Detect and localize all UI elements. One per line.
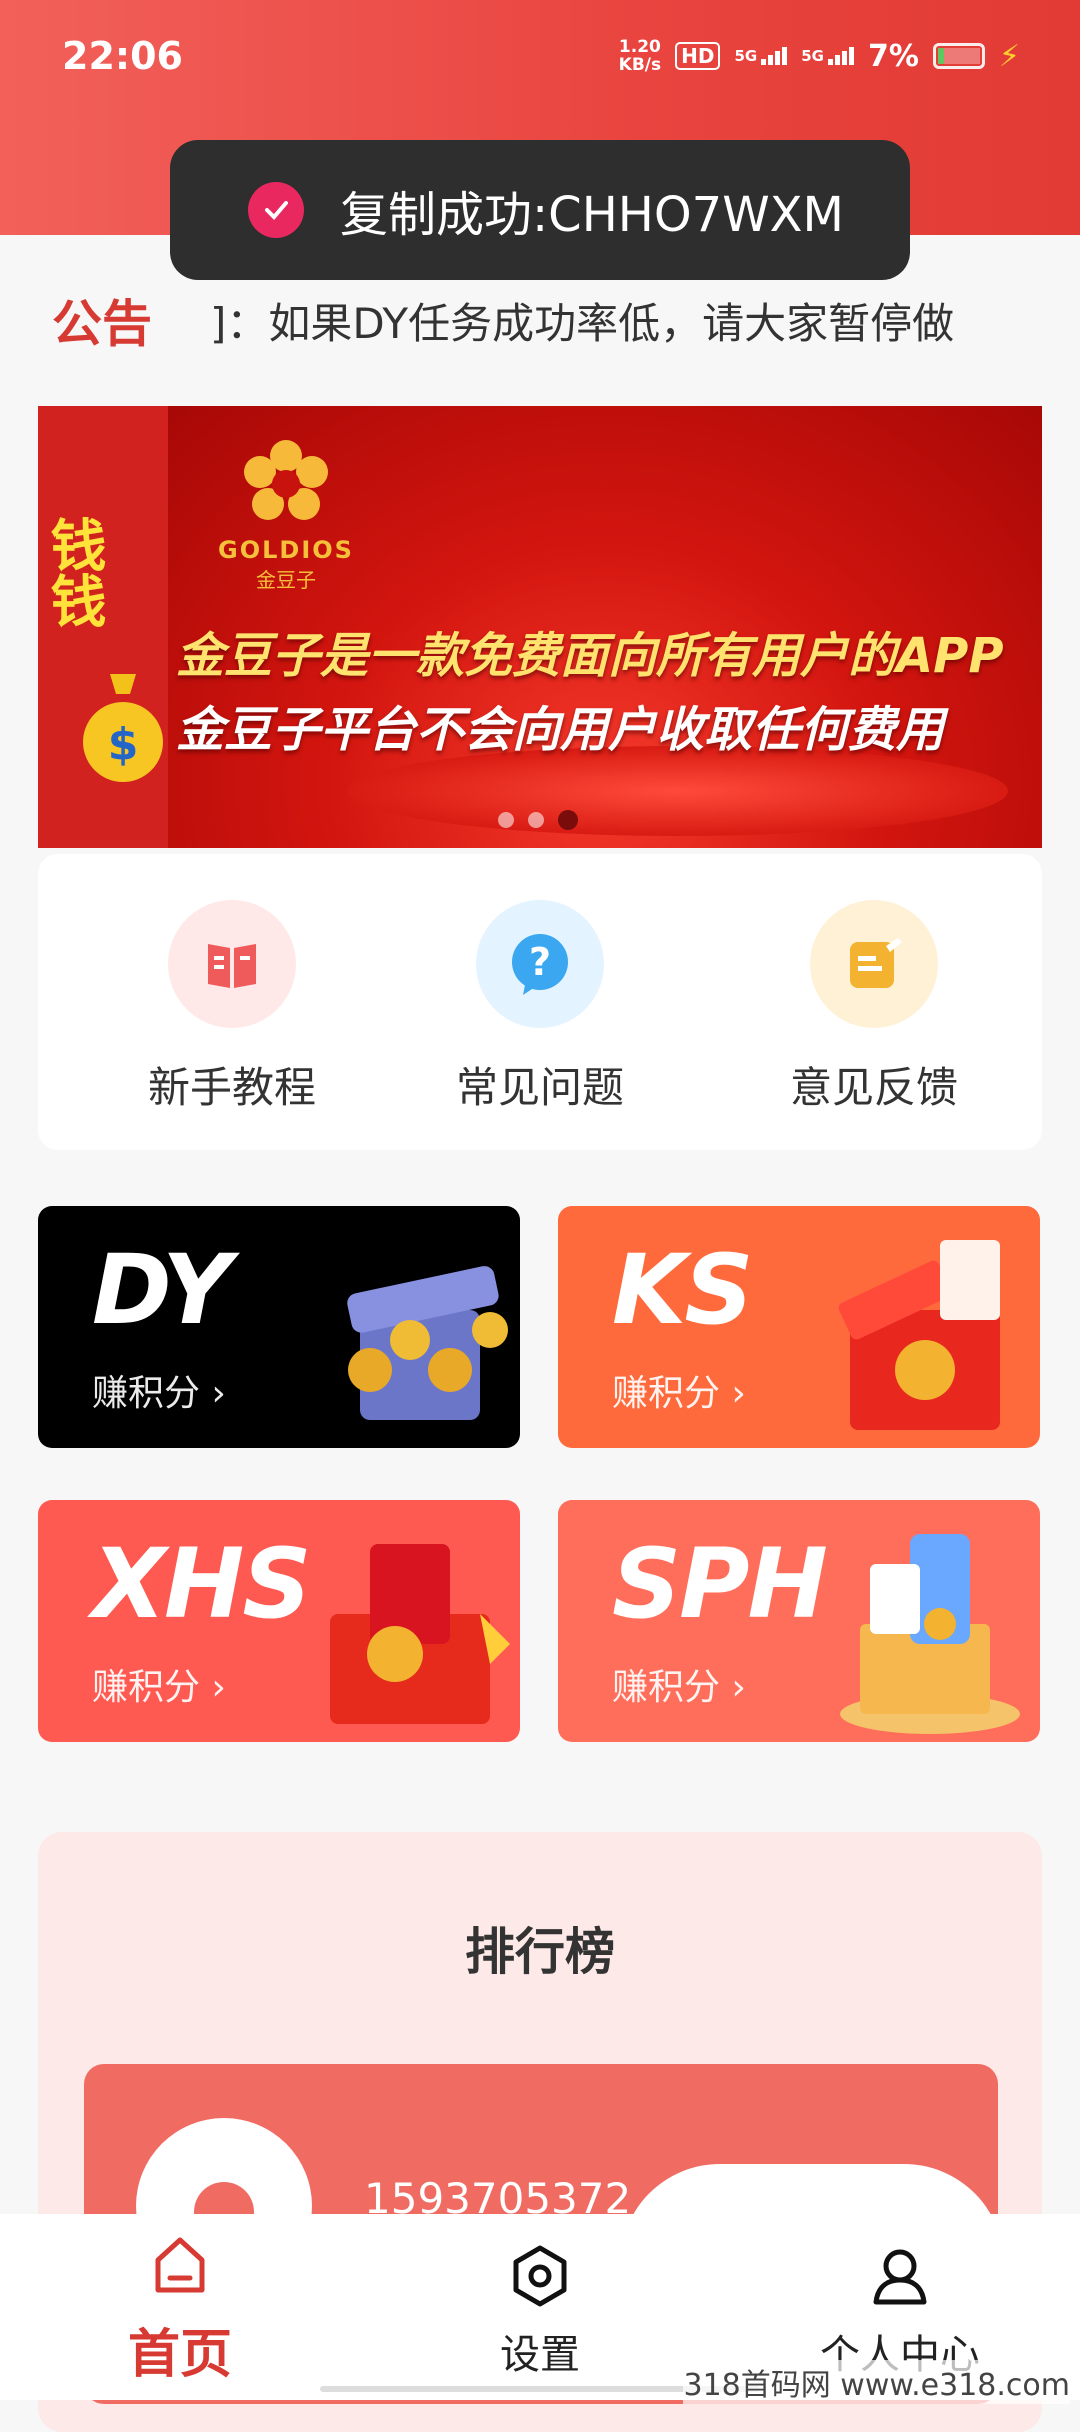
svg-text:?: ? [529, 940, 551, 984]
banner-headline-1: 金豆子是一款免费面向所有用户的APP [176, 628, 1004, 684]
money-bag-icon: $ [83, 674, 163, 782]
sim1-label: 5G [734, 47, 758, 65]
toast-message: 复制成功:CHHO7WXM [170, 140, 910, 280]
question-icon: ? [476, 900, 604, 1028]
promo-banner[interactable]: 钱钱 $ GOLDIOS 金豆子 金豆子是一款免费面向所有用户的APP 金豆子平… [38, 406, 1042, 848]
quick-links-panel: 新手教程 ? 常见问题 意见反馈 [38, 854, 1042, 1150]
banner-side-text: 钱钱 [41, 516, 106, 628]
banner-headline-2: 金豆子平台不会向用户收取任何费用 [176, 702, 945, 758]
notice-label: 公告 [52, 295, 152, 353]
toast-text: 复制成功:CHHO7WXM [340, 187, 844, 243]
tab-label: 设置 [500, 2332, 580, 2378]
status-time: 22:06 [62, 34, 183, 78]
banner-main: GOLDIOS 金豆子 金豆子是一款免费面向所有用户的APP 金豆子平台不会向用… [168, 406, 1042, 848]
logo-text-cn: 金豆子 [256, 568, 316, 592]
watermark: 318首码网 www.e318.com [683, 2360, 1070, 2404]
task-card-title: KS [612, 1234, 754, 1346]
task-card-subtitle: 赚积分 › [92, 1667, 226, 1708]
network-speed-unit: KB/s [618, 55, 662, 75]
quick-link-label: 意见反馈 [789, 1063, 958, 1112]
banner-side-panel: 钱钱 $ [38, 406, 168, 848]
pagination-dot-active[interactable] [558, 810, 578, 830]
edit-icon [810, 900, 938, 1028]
task-card-xhs[interactable]: XHS 赚积分 › [38, 1500, 520, 1742]
charging-icon: ⚡ [998, 38, 1020, 74]
quick-link-faq[interactable]: ? 常见问题 [420, 900, 660, 1115]
tab-settings[interactable]: 设置 [410, 2234, 670, 2380]
pagination-dot[interactable] [498, 812, 514, 828]
red-packet-gift-icon [330, 1544, 510, 1724]
user-icon [873, 2249, 927, 2305]
battery-icon [932, 43, 985, 69]
quick-link-tutorial[interactable]: 新手教程 [112, 900, 352, 1115]
book-icon [168, 900, 296, 1028]
task-card-sph[interactable]: SPH 赚积分 › [558, 1500, 1040, 1742]
logo-text-en: GOLDIOS [218, 536, 354, 564]
task-card-title: XHS [92, 1528, 311, 1640]
logo-flower-icon [244, 440, 328, 520]
task-card-ks[interactable]: KS 赚积分 › [558, 1206, 1040, 1448]
task-card-title: DY [92, 1234, 232, 1346]
gift-box-icon [838, 1240, 1000, 1430]
notice-marquee: ]：如果DY任务成功率低，请大家暂停做 [210, 298, 955, 348]
tab-label: 首页 [127, 2325, 232, 2385]
svg-text:$: $ [108, 719, 139, 770]
check-icon [248, 182, 304, 238]
banner-pagination [498, 810, 578, 830]
tab-profile[interactable]: 个人中心 [770, 2234, 1030, 2380]
treasure-box-icon [347, 1266, 508, 1420]
leaderboard-title: 排行榜 [465, 1923, 615, 1981]
task-card-subtitle: 赚积分 › [92, 1373, 226, 1414]
hd-badge: HD [675, 42, 721, 70]
quick-link-label: 新手教程 [147, 1063, 316, 1112]
phone-gift-icon [840, 1534, 1020, 1734]
pagination-dot[interactable] [528, 812, 544, 828]
goldios-logo: GOLDIOS 金豆子 [216, 436, 356, 593]
signal-icon: 5G [801, 47, 854, 65]
quick-link-feedback[interactable]: 意见反馈 [754, 900, 994, 1115]
task-card-dy[interactable]: DY 赚积分 › [38, 1206, 520, 1448]
network-speed-value: 1.20 [618, 37, 661, 57]
home-icon [155, 2237, 205, 2293]
battery-percent: 7% [867, 38, 919, 74]
tab-home[interactable]: 首页 [50, 2234, 310, 2387]
settings-hexagon-icon [513, 2245, 567, 2307]
sim2-label: 5G [801, 47, 824, 65]
quick-link-label: 常见问题 [455, 1063, 624, 1112]
task-card-subtitle: 赚积分 › [612, 1667, 746, 1708]
network-speed: 1.20 KB/s [619, 38, 661, 74]
signal-icon: 5G [734, 47, 788, 65]
task-card-title: SPH [612, 1528, 828, 1640]
status-bar: 22:06 1.20 KB/s HD 5G 5G 7% ⚡ [0, 0, 1080, 120]
task-card-subtitle: 赚积分 › [612, 1373, 746, 1414]
status-icons: 1.20 KB/s HD 5G 5G 7% ⚡ [619, 38, 1020, 74]
